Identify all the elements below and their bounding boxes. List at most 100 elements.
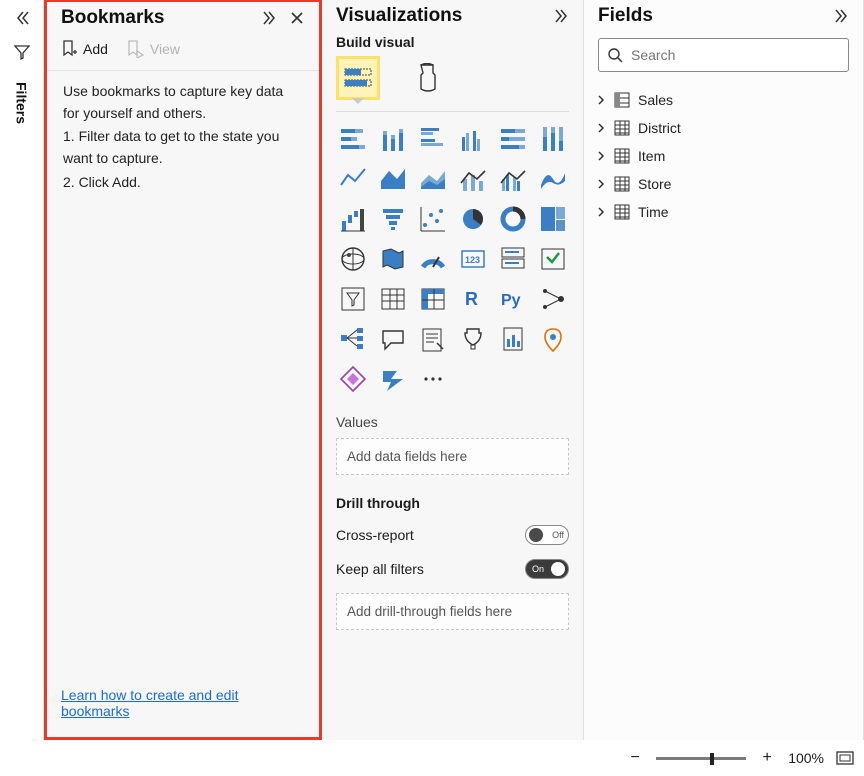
viz-map[interactable] xyxy=(336,242,370,276)
viz-waterfall[interactable] xyxy=(336,202,370,236)
viz-more[interactable] xyxy=(416,362,450,396)
chevron-right-icon xyxy=(596,123,606,133)
zoom-in-button[interactable]: + xyxy=(758,749,776,767)
keep-filters-toggle[interactable]: On xyxy=(525,559,569,579)
bookmark-view-icon xyxy=(126,40,144,58)
cross-report-label: Cross-report xyxy=(336,527,414,543)
viz-r-visual[interactable]: R xyxy=(456,282,490,316)
viz-stacked-bar[interactable] xyxy=(336,122,370,156)
field-label: Time xyxy=(638,204,669,220)
zoom-out-button[interactable]: − xyxy=(626,749,644,767)
values-label: Values xyxy=(322,396,583,438)
field-item-store[interactable]: Store xyxy=(590,170,857,198)
viz-key-influencers[interactable] xyxy=(536,282,570,316)
visualizations-title: Visualizations xyxy=(336,5,545,27)
viz-goals[interactable] xyxy=(456,322,490,356)
table-icon xyxy=(614,176,630,192)
bookmark-add-label: Add xyxy=(83,41,108,57)
viz-multirow-card[interactable] xyxy=(496,242,530,276)
build-tab-icon xyxy=(344,66,372,90)
fit-page-button[interactable] xyxy=(836,749,854,767)
viz-donut[interactable] xyxy=(496,202,530,236)
bookmarks-pane: Bookmarks Add View Use bookmarks to capt… xyxy=(44,0,322,740)
drill-through-well[interactable]: Add drill-through fields here xyxy=(336,593,569,630)
drill-through-header: Drill through xyxy=(322,475,583,521)
svg-text:123: 123 xyxy=(465,255,480,265)
field-item-time[interactable]: Time xyxy=(590,198,857,226)
viz-narrative[interactable] xyxy=(416,322,450,356)
viz-qa[interactable] xyxy=(376,322,410,356)
field-label: Item xyxy=(638,148,665,164)
viz-line-clustered-column[interactable] xyxy=(496,162,530,196)
table-icon xyxy=(614,92,630,108)
viz-slicer[interactable] xyxy=(336,282,370,316)
filters-rail: Filters xyxy=(0,0,44,740)
viz-paginated[interactable] xyxy=(496,322,530,356)
filters-label: Filters xyxy=(14,82,30,124)
keep-filters-label: Keep all filters xyxy=(336,561,424,577)
format-tab-icon xyxy=(415,63,441,93)
viz-matrix[interactable] xyxy=(416,282,450,316)
field-item-item[interactable]: Item xyxy=(590,142,857,170)
viz-ribbon[interactable] xyxy=(536,162,570,196)
viz-clustered-bar[interactable] xyxy=(416,122,450,156)
field-item-sales[interactable]: Sales xyxy=(590,86,857,114)
collapse-visualizations-icon[interactable] xyxy=(549,4,573,28)
viz-funnel[interactable] xyxy=(376,202,410,236)
visualizations-pane: Visualizations Build visual xyxy=(322,0,584,740)
viz-stacked-area[interactable] xyxy=(416,162,450,196)
viz-arcgis[interactable] xyxy=(536,322,570,356)
field-label: District xyxy=(638,120,681,136)
field-list: Sales District Item Store Time xyxy=(584,86,863,226)
build-visual-label: Build visual xyxy=(322,34,583,56)
viz-100-stacked-bar[interactable] xyxy=(496,122,530,156)
viz-gauge[interactable] xyxy=(416,242,450,276)
viz-card[interactable]: 123 xyxy=(456,242,490,276)
bookmark-add-button[interactable]: Add xyxy=(61,40,108,58)
field-item-district[interactable]: District xyxy=(590,114,857,142)
chevron-right-icon xyxy=(596,207,606,217)
collapse-fields-icon[interactable] xyxy=(829,4,853,28)
svg-text:Py: Py xyxy=(501,292,521,309)
table-icon xyxy=(614,148,630,164)
viz-py-visual[interactable]: Py xyxy=(496,282,530,316)
table-icon xyxy=(614,204,630,220)
chevron-right-icon xyxy=(596,95,606,105)
viz-100-stacked-column[interactable] xyxy=(536,122,570,156)
table-icon xyxy=(614,120,630,136)
chevron-right-icon xyxy=(596,179,606,189)
viz-clustered-column[interactable] xyxy=(456,122,490,156)
chevron-right-icon xyxy=(596,151,606,161)
fields-search[interactable] xyxy=(598,38,849,72)
field-label: Sales xyxy=(638,92,673,108)
values-well[interactable]: Add data fields here xyxy=(336,438,569,475)
viz-table[interactable] xyxy=(376,282,410,316)
viz-stacked-column[interactable] xyxy=(376,122,410,156)
viz-scatter[interactable] xyxy=(416,202,450,236)
fields-search-input[interactable] xyxy=(631,47,840,63)
collapse-filters-icon[interactable] xyxy=(10,6,34,30)
viz-pie[interactable] xyxy=(456,202,490,236)
viz-powerautomate[interactable] xyxy=(376,362,410,396)
viz-treemap[interactable] xyxy=(536,202,570,236)
visualization-gallery: 123 R Py xyxy=(322,122,583,396)
viz-line-stacked-column[interactable] xyxy=(456,162,490,196)
zoom-level: 100% xyxy=(788,750,824,766)
filters-icon[interactable] xyxy=(10,40,34,64)
viz-decomposition-tree[interactable] xyxy=(336,322,370,356)
close-bookmarks-icon[interactable] xyxy=(285,6,309,30)
viz-area[interactable] xyxy=(376,162,410,196)
tab-build[interactable] xyxy=(336,56,380,100)
tab-format[interactable] xyxy=(406,56,450,100)
viz-powerapps[interactable] xyxy=(336,362,370,396)
bookmark-view-button: View xyxy=(126,40,180,58)
viz-line[interactable] xyxy=(336,162,370,196)
bookmarks-learn-link[interactable]: Learn how to create and edit bookmarks xyxy=(61,687,238,719)
collapse-bookmarks-icon[interactable] xyxy=(257,6,281,30)
zoom-slider[interactable] xyxy=(656,757,746,760)
viz-kpi[interactable] xyxy=(536,242,570,276)
fields-title: Fields xyxy=(598,5,825,27)
search-icon xyxy=(607,47,623,63)
viz-filled-map[interactable] xyxy=(376,242,410,276)
cross-report-toggle[interactable]: Off xyxy=(525,525,569,545)
